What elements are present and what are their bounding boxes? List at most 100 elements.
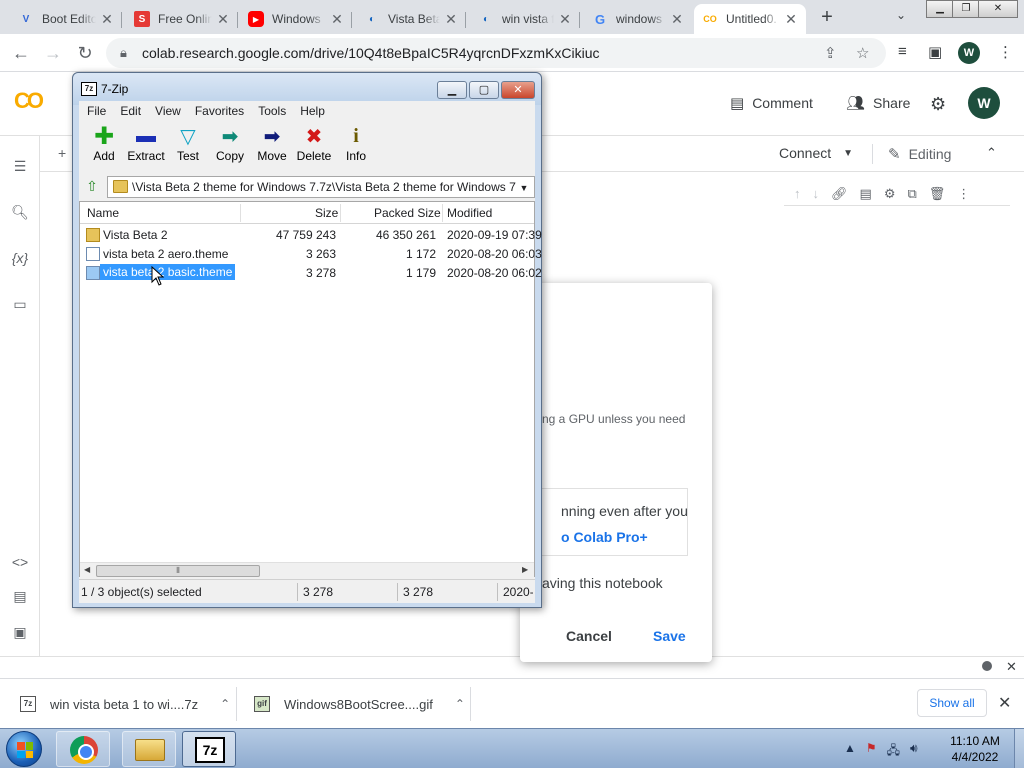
tab-win-vista[interactable]: ◐ win vista f ✕ [470, 4, 580, 34]
side-panel-icon[interactable]: ▣ [928, 43, 942, 61]
files-folder-icon[interactable]: ▭ [10, 296, 30, 313]
tab-search-icon[interactable]: ⌄ [896, 8, 906, 22]
menu-view[interactable]: View [155, 104, 181, 118]
tab-boot-editor[interactable]: V Boot Edito ✕ [10, 4, 122, 34]
forward-icon[interactable]: → [42, 42, 64, 64]
minimize-icon[interactable]: ▁ [437, 81, 467, 99]
up-folder-icon[interactable]: ⇧ [83, 178, 101, 196]
close-icon[interactable]: ✕ [216, 11, 230, 28]
download-item[interactable]: gif Windows8BootScree....gif ⌃ [254, 679, 465, 729]
table-row[interactable]: vista beta 2 aero.theme 3 263 1 172 2020… [80, 245, 542, 264]
collapse-header-icon[interactable]: ⌃ [986, 145, 997, 161]
search-icon[interactable]: 🔍︎ [10, 204, 30, 221]
close-icon[interactable]: ✕ [670, 11, 684, 28]
terminal-icon[interactable]: ▣ [10, 624, 30, 641]
tab-windows-google[interactable]: G windows ✕ [584, 4, 692, 34]
media-control-icon[interactable]: ≡ [898, 43, 907, 60]
column-packed-size[interactable]: Packed Size [374, 206, 441, 220]
colab-logo[interactable]: CO [14, 88, 44, 114]
chevron-up-icon[interactable]: ⌃ [455, 697, 465, 711]
share-button[interactable]: 👥︎ Share [846, 94, 910, 112]
start-button[interactable] [6, 731, 42, 767]
show-all-button[interactable]: Show all [917, 689, 987, 717]
menu-favorites[interactable]: Favorites [195, 104, 244, 118]
add-button[interactable]: ✚ Add [83, 123, 125, 171]
bookmark-star-icon[interactable]: ☆ [856, 44, 869, 62]
delete-cell-icon[interactable]: 🗑︎ [929, 186, 946, 202]
copy-button[interactable]: ➡ Copy [209, 123, 251, 171]
tab-vista-beta[interactable]: ◐ Vista Beta ✕ [356, 4, 466, 34]
horizontal-scrollbar[interactable]: ◀ ⦀ ▶ [80, 562, 534, 578]
info-button[interactable]: i Info [335, 123, 377, 171]
move-up-icon[interactable]: ↑ [794, 186, 801, 201]
action-center-flag-icon[interactable]: ⚑ [866, 741, 877, 762]
mirror-cell-icon[interactable]: ⧉ [907, 186, 916, 202]
command-palette-icon[interactable]: ▤ [10, 588, 30, 605]
address-bar[interactable]: 🔒︎ colab.research.google.com/drive/10Q4t… [106, 38, 886, 68]
connect-button[interactable]: Connect ▼ [779, 145, 853, 161]
new-tab-button[interactable]: + [816, 6, 838, 28]
scroll-thumb[interactable]: ⦀ [96, 565, 260, 577]
browser-menu-icon[interactable]: ⋮ [998, 43, 1013, 61]
close-icon[interactable]: ✕ [998, 693, 1011, 713]
tab-untitled-colab[interactable]: CO Untitled0. ✕ [694, 4, 806, 34]
volume-icon[interactable]: 🔊︎ [910, 741, 918, 762]
lock-icon[interactable]: 🔒︎ [120, 45, 127, 61]
cell-settings-icon[interactable]: ⚙ [884, 186, 896, 202]
menu-tools[interactable]: Tools [258, 104, 286, 118]
reload-icon[interactable]: ↻ [74, 42, 96, 64]
network-icon[interactable]: 🖧︎ [887, 741, 900, 762]
column-name[interactable]: Name [87, 206, 119, 220]
path-combobox[interactable]: \Vista Beta 2 theme for Windows 7.7z\Vis… [107, 176, 535, 198]
code-snippets-icon[interactable]: <> [10, 554, 30, 570]
delete-button[interactable]: ✖ Delete [293, 123, 335, 171]
variables-icon[interactable]: {x} [10, 250, 30, 266]
settings-gear-icon[interactable]: ⚙ [930, 94, 946, 115]
column-modified[interactable]: Modified [447, 206, 492, 220]
close-icon[interactable]: ✕ [784, 11, 798, 28]
taskbar-clock[interactable]: 11:10 AM 4/4/2022 [940, 733, 1010, 765]
account-avatar[interactable]: W [968, 87, 1000, 119]
show-hidden-icons-icon[interactable]: ▲ [844, 741, 856, 762]
table-row-selected[interactable]: vista beta 2 basic.theme 3 278 1 179 202… [80, 264, 542, 283]
close-icon[interactable]: ✕ [444, 11, 458, 28]
close-icon[interactable]: ✕ [100, 11, 114, 28]
editing-mode-button[interactable]: ✎ Editing [888, 145, 951, 163]
link-icon[interactable]: 🔗︎ [831, 186, 848, 202]
close-icon[interactable]: ✕ [330, 11, 344, 28]
tab-windows-youtube[interactable]: ▶ Windows ✕ [240, 4, 352, 34]
menu-file[interactable]: File [87, 104, 106, 118]
menu-edit[interactable]: Edit [120, 104, 141, 118]
add-cell-icon[interactable]: + [58, 145, 66, 161]
comment-cell-icon[interactable]: ▤ [860, 186, 872, 202]
close-window-icon[interactable]: ✕ [978, 0, 1018, 18]
url-text[interactable]: colab.research.google.com/drive/10Q4t8eB… [142, 45, 600, 61]
back-icon[interactable]: ← [10, 42, 32, 64]
test-button[interactable]: ▽ Test [167, 123, 209, 171]
restore-icon[interactable]: ❐ [952, 0, 980, 18]
scroll-left-icon[interactable]: ◀ [84, 565, 90, 574]
move-down-icon[interactable]: ↓ [813, 186, 820, 201]
taskbar-explorer[interactable] [122, 731, 176, 767]
show-desktop-button[interactable] [1014, 729, 1024, 768]
more-options-icon[interactable]: ⋮ [957, 186, 970, 202]
close-icon[interactable]: ✕ [558, 11, 572, 28]
dropdown-arrow-icon[interactable]: ▼ [516, 178, 532, 197]
taskbar-chrome[interactable] [56, 731, 110, 767]
maximize-icon[interactable]: ▢ [469, 81, 499, 99]
extract-button[interactable]: ▬ Extract [125, 123, 167, 171]
scroll-right-icon[interactable]: ▶ [522, 565, 528, 574]
share-page-icon[interactable]: ⇪ [824, 44, 837, 62]
table-row[interactable]: Vista Beta 2 47 759 243 46 350 261 2020-… [80, 226, 542, 245]
move-button[interactable]: ➡ Move [251, 123, 293, 171]
profile-avatar[interactable]: W [958, 42, 980, 64]
download-item[interactable]: 7z win vista beta 1 to wi....7z ⌃ [20, 679, 230, 729]
chevron-up-icon[interactable]: ⌃ [220, 697, 230, 711]
comment-button[interactable]: ▤ Comment [730, 94, 813, 112]
tab-free-online[interactable]: S Free Onlin ✕ [126, 4, 238, 34]
close-window-icon[interactable]: ✕ [501, 81, 535, 99]
taskbar-7zip[interactable]: 7z [182, 731, 236, 767]
minimize-icon[interactable]: ▁ [926, 0, 954, 18]
column-size[interactable]: Size [315, 206, 338, 220]
upgrade-colab-pro-link[interactable]: o Colab Pro+ [561, 529, 648, 545]
